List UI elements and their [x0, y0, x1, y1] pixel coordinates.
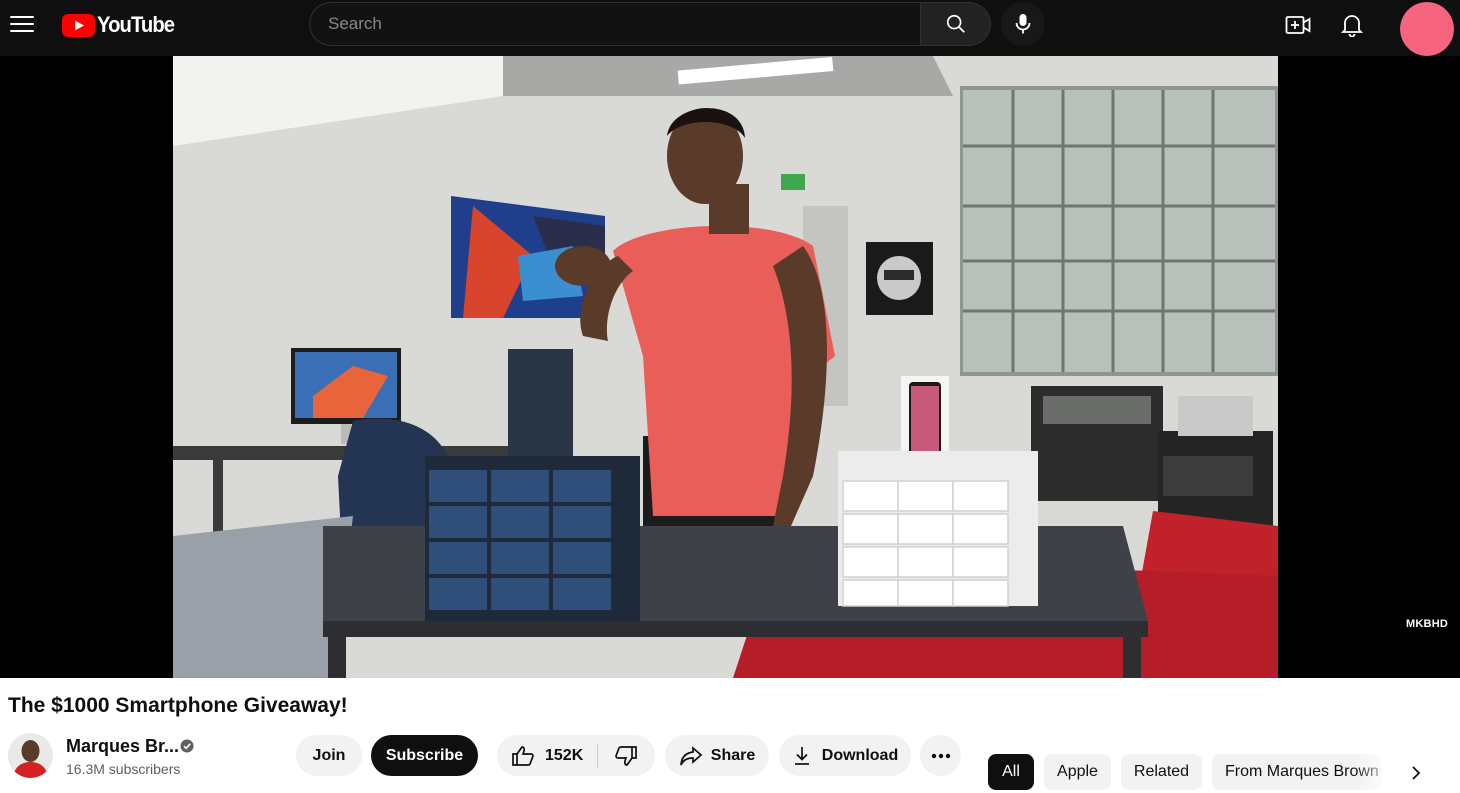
- like-dislike-group: 152K: [497, 735, 655, 776]
- menu-icon[interactable]: [6, 8, 38, 40]
- share-button[interactable]: Share: [665, 735, 769, 776]
- like-count: 152K: [545, 746, 584, 764]
- download-icon: [794, 746, 809, 765]
- logo-text: YouTube: [97, 12, 175, 37]
- top-bar: YouTube: [0, 0, 1460, 56]
- share-icon: [679, 745, 703, 765]
- download-button[interactable]: Download: [779, 735, 911, 776]
- thumbs-down-icon: [615, 745, 637, 766]
- user-avatar[interactable]: [1400, 2, 1454, 56]
- verified-check-icon: [180, 739, 194, 753]
- chip-apple[interactable]: Apple: [1044, 754, 1111, 790]
- youtube-logo[interactable]: YouTube: [62, 12, 181, 38]
- channel-name[interactable]: Marques Br...: [66, 736, 179, 757]
- video-frame[interactable]: [173, 56, 1278, 678]
- download-label: Download: [821, 746, 899, 764]
- channel-watermark: MKBHD: [1406, 618, 1448, 630]
- thumbs-up-icon: [512, 745, 534, 766]
- youtube-play-logo-icon: [62, 13, 95, 37]
- search-icon: [946, 14, 965, 33]
- more-actions-button[interactable]: [920, 735, 961, 776]
- chip-all[interactable]: All: [988, 754, 1034, 790]
- subscribe-button[interactable]: Subscribe: [371, 735, 478, 776]
- search-input[interactable]: [310, 3, 921, 45]
- search-box: [309, 2, 921, 46]
- more-horizontal-icon: [931, 753, 950, 758]
- share-label: Share: [710, 746, 756, 764]
- like-button[interactable]: 152K: [497, 735, 597, 776]
- create-video-icon: [1285, 16, 1311, 34]
- video-title: The $1000 Smartphone Giveaway!: [8, 694, 348, 717]
- chips-next-button[interactable]: [1398, 756, 1434, 790]
- chip-fade: [1354, 754, 1394, 790]
- notifications-button[interactable]: [1334, 7, 1370, 43]
- mic-icon: [1015, 14, 1031, 34]
- chevron-right-icon: [1412, 766, 1421, 780]
- chip-related[interactable]: Related: [1121, 754, 1202, 790]
- channel-avatar[interactable]: [8, 733, 53, 778]
- bell-icon: [1341, 15, 1363, 37]
- dislike-button[interactable]: [598, 735, 654, 776]
- join-button[interactable]: Join: [296, 735, 362, 776]
- voice-search-button[interactable]: [1001, 2, 1045, 46]
- search-button[interactable]: [920, 2, 991, 46]
- subscriber-count: 16.3M subscribers: [66, 761, 181, 777]
- video-player: MKBHD: [0, 56, 1460, 678]
- create-button[interactable]: [1280, 7, 1316, 43]
